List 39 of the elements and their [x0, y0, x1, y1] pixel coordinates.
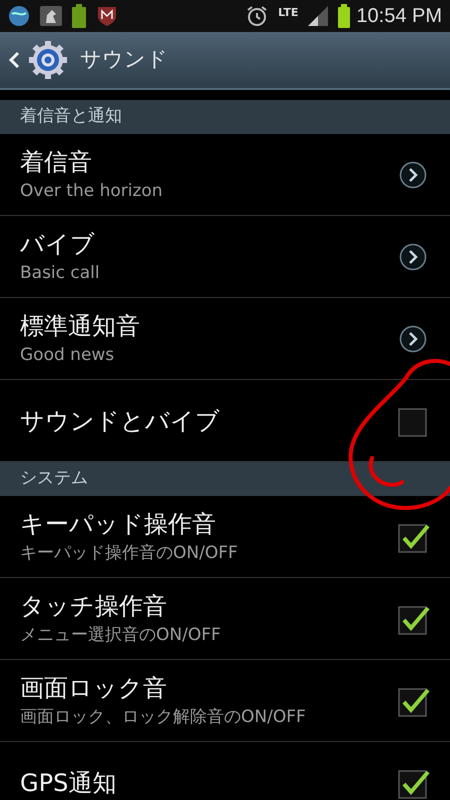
settings-row[interactable]: 画面ロック音 画面ロック、ロック解除音のON/OFF [0, 660, 450, 742]
setting-title: サウンドとバイブ [20, 406, 221, 436]
setting-title: バイブ [20, 228, 96, 259]
chevron-circle-icon [399, 160, 427, 188]
setting-summary: 画面ロック、ロック解除音のON/OFF [20, 706, 307, 728]
chevron-circle-icon [399, 324, 427, 352]
setting-summary: キーパッド操作音のON/OFF [20, 542, 239, 564]
globe-icon [8, 5, 30, 27]
battery-icon [338, 4, 350, 28]
back-button[interactable] [8, 40, 68, 80]
chess-knight-icon [40, 6, 62, 26]
section-header: 着信音と通知 [20, 105, 122, 128]
setting-summary: Good news [20, 344, 116, 366]
settings-row[interactable]: GPS通知 [0, 742, 450, 800]
shield-icon [96, 5, 118, 27]
screen-title: サウンド [80, 46, 168, 74]
setting-title: GPS通知 [20, 768, 118, 798]
setting-title: 着信音 [20, 146, 93, 177]
gear-icon [28, 40, 68, 80]
setting-summary: メニュー選択音のON/OFF [20, 624, 222, 646]
setting-title: タッチ操作音 [20, 590, 168, 621]
settings-row[interactable]: 標準通知音 Good news [0, 298, 450, 380]
settings-row[interactable]: キーパッド操作音 キーパッド操作音のON/OFF [0, 496, 450, 578]
settings-row[interactable]: バイブ Basic call [0, 216, 450, 298]
back-icon [8, 51, 20, 69]
setting-title: 画面ロック音 [20, 672, 168, 703]
setting-title: 標準通知音 [20, 310, 141, 341]
setting-summary: Over the horizon [20, 180, 164, 202]
settings-row[interactable]: 着信音 Over the horizon [0, 134, 450, 216]
network-type-label: LTE [278, 6, 298, 18]
signal-icon [308, 6, 328, 26]
setting-summary: Basic call [20, 262, 101, 284]
setting-title: キーパッド操作音 [20, 508, 217, 539]
clock-time: 10:54 PM [356, 4, 442, 29]
section-header: システム [20, 467, 88, 490]
settings-row[interactable]: タッチ操作音 メニュー選択音のON/OFF [0, 578, 450, 660]
battery-icon [72, 4, 86, 28]
alarm-clock-icon [246, 5, 268, 27]
chevron-circle-icon [399, 242, 427, 270]
